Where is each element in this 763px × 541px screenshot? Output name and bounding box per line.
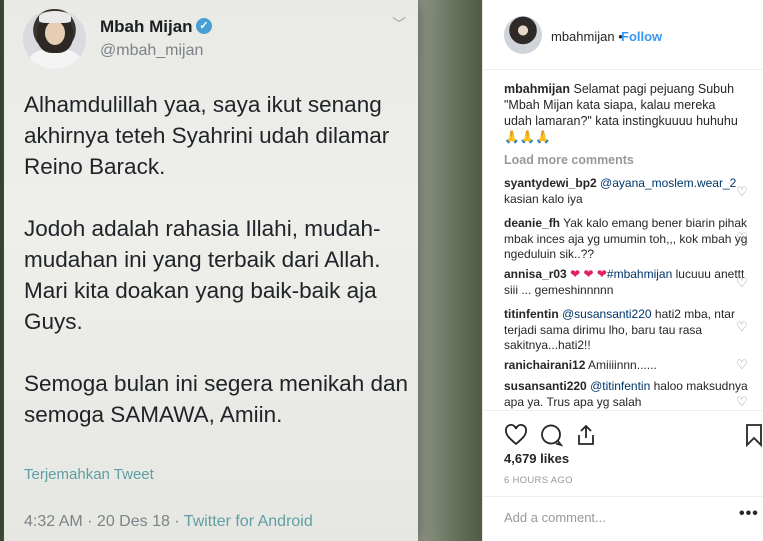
comment-like-icon[interactable]: ♡ bbox=[736, 184, 748, 200]
comment-icon[interactable] bbox=[539, 423, 563, 447]
comment-mention[interactable]: @ayana_moslem.wear_2 bbox=[600, 176, 736, 190]
caption-username[interactable]: mbahmijan bbox=[504, 82, 570, 96]
post-actions: 4,679 likes 6 HOURS AGO Add a comment...… bbox=[483, 410, 763, 535]
comment-username[interactable]: ranichairani12 bbox=[504, 358, 585, 372]
tweet-source: Twitter for Android bbox=[183, 513, 313, 530]
comment-mention[interactable]: @titinfentin bbox=[590, 379, 650, 393]
post-photo: Mbah Mijan ✓ @mbah_mijan ﹀ Alhamdulillah… bbox=[0, 0, 482, 541]
list-item: annisa_r03 ❤ ❤ ❤#mbahmijan lucuuu anettt… bbox=[504, 267, 754, 298]
post-header: mbahmijan • Follow bbox=[483, 0, 763, 70]
list-item: ranichairani12 Amiiiinnn...... bbox=[504, 358, 754, 374]
post-timestamp: 6 HOURS AGO bbox=[504, 475, 573, 486]
comment-mention[interactable]: #mbahmijan bbox=[607, 267, 672, 281]
comment-mention[interactable]: @susansanti220 bbox=[562, 307, 652, 321]
tweet-author-handle: @mbah_mijan bbox=[100, 42, 204, 59]
comment-text: Amiiiinnn...... bbox=[588, 358, 657, 372]
comment-like-icon[interactable]: ♡ bbox=[736, 319, 748, 335]
tweet-card: Mbah Mijan ✓ @mbah_mijan ﹀ Alhamdulillah… bbox=[4, 0, 418, 541]
comment-username[interactable]: titinfentin bbox=[504, 307, 559, 321]
add-comment-input[interactable]: Add a comment... bbox=[504, 510, 606, 525]
comment-username[interactable]: annisa_r03 bbox=[504, 267, 567, 281]
tweet-timestamp: 4:32 AM · 20 Des 18 · bbox=[24, 513, 184, 530]
share-icon[interactable] bbox=[574, 423, 598, 447]
follow-button[interactable]: Follow bbox=[621, 29, 662, 44]
list-item: syantydewi_bp2 @ayana_moslem.wear_2 kasi… bbox=[504, 176, 754, 207]
tweet-paragraph: Semoga bulan ini segera menikah dan semo… bbox=[24, 371, 409, 427]
comment-like-icon[interactable]: ♡ bbox=[736, 230, 748, 246]
post-username[interactable]: mbahmijan bbox=[551, 29, 615, 44]
comment-username[interactable]: deanie_fh bbox=[504, 216, 560, 230]
list-item: deanie_fh Yak kalo emang bener biarin pi… bbox=[504, 216, 754, 263]
tweet-author-name: Mbah Mijan bbox=[100, 17, 193, 36]
avatar[interactable] bbox=[504, 16, 542, 54]
header-user-wrap: mbahmijan • bbox=[551, 29, 623, 44]
instagram-panel: mbahmijan • Follow mbahmijan Selamat pag… bbox=[482, 0, 763, 541]
comment-like-icon[interactable]: ♡ bbox=[736, 357, 748, 373]
comment-like-icon[interactable]: ♡ bbox=[736, 394, 748, 410]
comment-text: kasian kalo iya bbox=[504, 191, 583, 206]
tweet-body: Alhamdulillah yaa, saya ikut senang akhi… bbox=[24, 89, 414, 461]
comment-username[interactable]: syantydewi_bp2 bbox=[504, 176, 597, 190]
tweet-paragraph: Jodoh adalah rahasia Illahi, mudah-mudah… bbox=[24, 216, 381, 334]
tweet-avatar bbox=[23, 9, 86, 69]
list-item: titinfentin @susansanti220 hati2 mba, nt… bbox=[504, 307, 754, 354]
more-options-icon[interactable]: ••• bbox=[739, 505, 759, 523]
list-item: susansanti220 @titinfentin haloo maksudn… bbox=[504, 379, 754, 410]
tweet-meta: 4:32 AM · 20 Des 18 · Twitter for Androi… bbox=[24, 513, 313, 531]
heart-icon[interactable] bbox=[504, 423, 528, 447]
likes-count[interactable]: 4,679 likes bbox=[504, 451, 569, 466]
comment-username[interactable]: susansanti220 bbox=[504, 379, 587, 393]
translate-tweet-link: Terjemahkan Tweet bbox=[24, 466, 154, 483]
comment-like-icon[interactable]: ♡ bbox=[736, 275, 748, 291]
bookmark-icon[interactable] bbox=[742, 423, 763, 447]
verified-icon: ✓ bbox=[196, 18, 212, 34]
post-caption: mbahmijan Selamat pagi pejuang Subuh "Mb… bbox=[504, 81, 744, 145]
tweet-paragraph: Alhamdulillah yaa, saya ikut senang akhi… bbox=[24, 92, 390, 179]
add-comment-bar: Add a comment... ••• bbox=[483, 496, 763, 536]
load-more-comments-button[interactable]: Load more comments bbox=[504, 153, 634, 167]
heart-emoji-icon: ❤ ❤ ❤ bbox=[570, 267, 607, 281]
chevron-down-icon: ﹀ bbox=[392, 16, 406, 32]
